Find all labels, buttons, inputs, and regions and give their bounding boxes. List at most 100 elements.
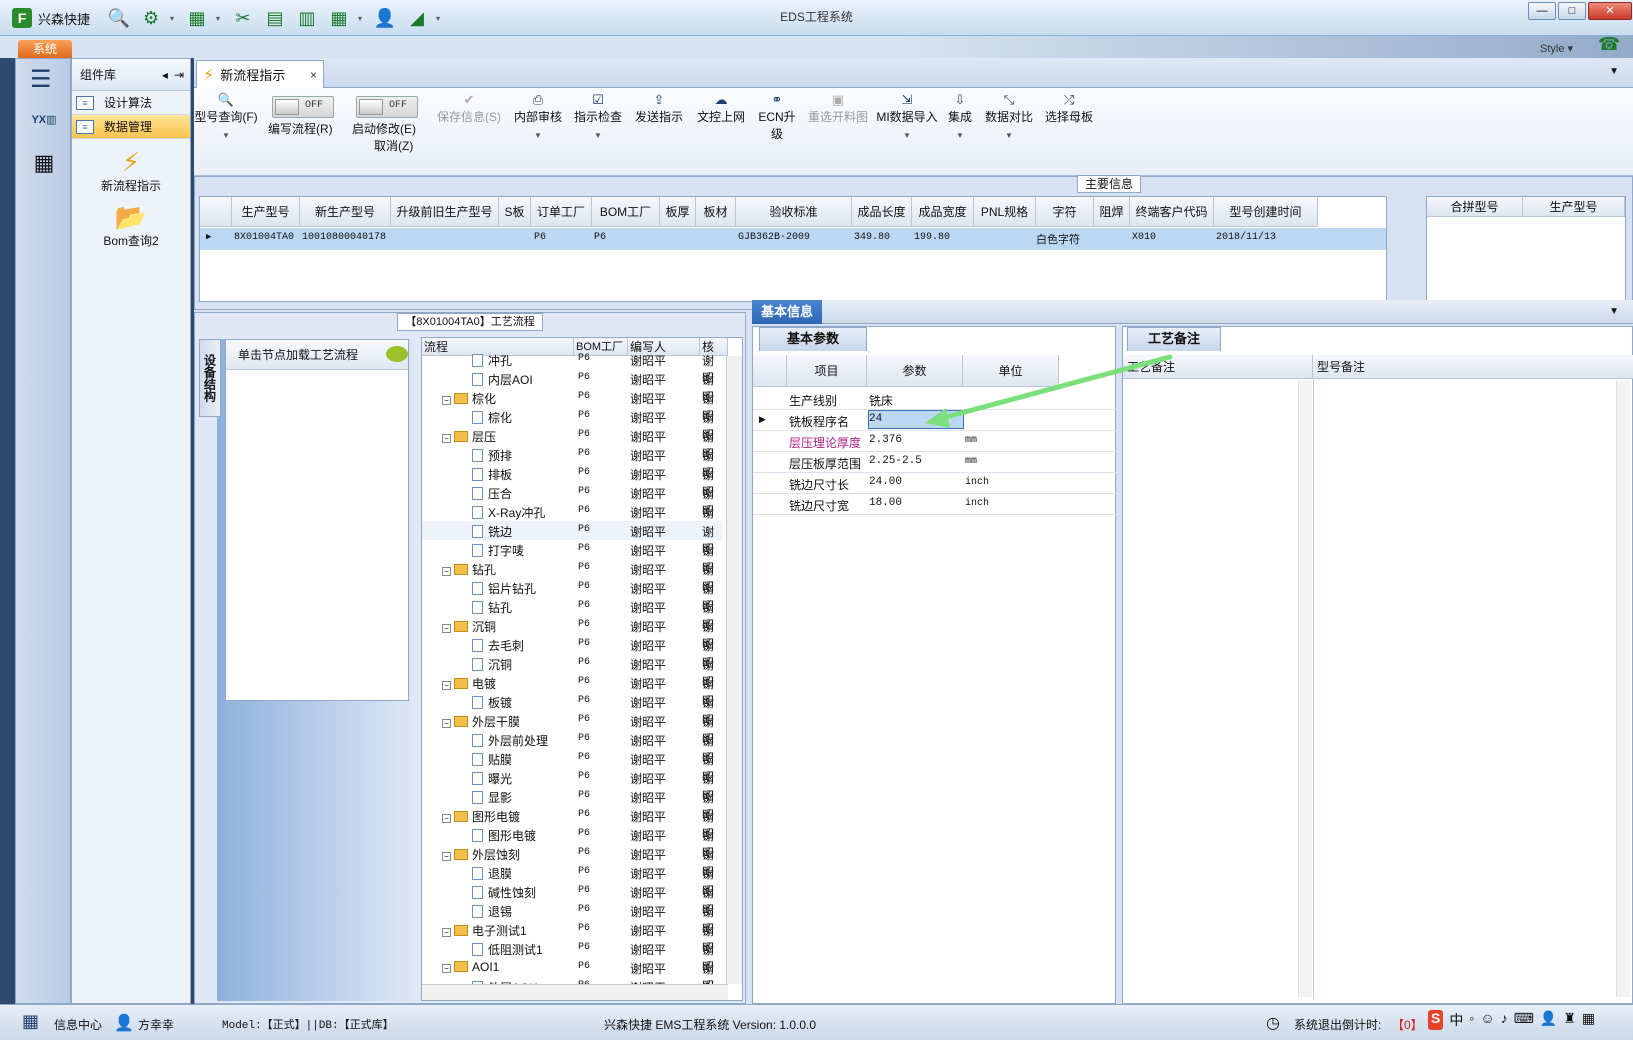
notes-scrollbar[interactable] (1298, 381, 1312, 997)
tab-new-flow-indicator[interactable]: ⚡ 新流程指示 × (196, 60, 324, 88)
param-value[interactable]: 18.00 (869, 497, 902, 509)
tree-node[interactable]: 退膜 (472, 865, 512, 882)
collapse-toggle-icon[interactable]: − (442, 928, 451, 937)
select-master-button[interactable]: ⤮ 选择母板 (1044, 92, 1094, 125)
collapse-toggle-icon[interactable]: − (442, 719, 451, 728)
collapse-toggle-icon[interactable]: − (442, 567, 451, 576)
tree-node[interactable]: 板镀 (472, 694, 512, 711)
vertical-scrollbar[interactable] (726, 356, 742, 984)
tree-row[interactable]: − 层压 P6 谢昭平 谢昭 (422, 426, 722, 461)
collapse-toggle-icon[interactable]: − (442, 434, 451, 443)
column-header[interactable]: BOM工厂 (592, 197, 660, 227)
internal-review-button[interactable]: ⎙ 内部审核 ▼ (512, 92, 564, 140)
tree-row[interactable]: 外层前处理 P6 谢昭平 谢昭 (422, 730, 722, 765)
tree-row[interactable]: 退膜 P6 谢昭平 谢昭 (422, 863, 722, 898)
column-header[interactable]: 单位 (963, 355, 1059, 387)
param-row[interactable]: ▶ 铣板程序名 24 (753, 409, 1129, 431)
tree-row[interactable]: 预排 P6 谢昭平 谢昭 (422, 445, 722, 480)
param-value[interactable]: 24.00 (869, 476, 902, 488)
tree-node[interactable]: 沉铜 (472, 656, 512, 673)
param-row[interactable]: 铣边尺寸长 24.00 inch (753, 472, 1129, 494)
tree-node[interactable]: 铣边 (472, 523, 512, 540)
tree-node[interactable]: 退锡 (472, 903, 512, 920)
tree-node[interactable]: − 电子测试1 (442, 922, 527, 939)
tree-row[interactable]: − 钻孔 P6 谢昭平 谢昭 (422, 559, 722, 594)
send-indicator-button[interactable]: ⇪ 发送指示 (632, 92, 686, 125)
user-icon[interactable]: 👤 (1540, 1010, 1557, 1030)
punctuation-icon[interactable]: ◦ (1469, 1010, 1474, 1030)
column-header[interactable]: 生产型号 (1523, 197, 1625, 217)
tree-row[interactable]: − 电子测试1 P6 谢昭平 谢昭 (422, 920, 722, 955)
param-value[interactable]: 24 (869, 413, 882, 425)
horizontal-scrollbar[interactable] (422, 984, 728, 1000)
column-header[interactable]: 字符 (1036, 197, 1094, 227)
cell-created-time[interactable]: 2018/11/13 (1216, 232, 1276, 243)
tree-row[interactable]: 排板 P6 谢昭平 谢昭 (422, 464, 722, 499)
phone-icon[interactable]: ☎ (1598, 34, 1620, 55)
emoji-icon[interactable]: ☺ (1480, 1010, 1494, 1030)
column-header[interactable]: 验收标准 (736, 197, 852, 227)
tree-node[interactable]: 打字唛 (472, 542, 524, 559)
tree-node[interactable]: − 外层蚀刻 (442, 846, 520, 863)
close-icon[interactable]: × (310, 68, 317, 82)
column-header[interactable]: 升级前旧生产型号 (391, 197, 499, 227)
maximize-icon[interactable]: □ (1558, 2, 1586, 20)
collapse-toggle-icon[interactable]: − (442, 964, 451, 973)
mi-import-button[interactable]: ⇲ MI数据导入 ▼ (876, 92, 938, 140)
cell-finished-width[interactable]: 199.80 (914, 232, 950, 243)
column-header[interactable]: 阻焊 (1094, 197, 1130, 227)
windows-grid-icon[interactable]: ▦ (22, 1011, 39, 1032)
tree-node[interactable]: 铝片钻孔 (472, 580, 536, 597)
minimize-icon[interactable]: — (1528, 2, 1556, 20)
menu-icon[interactable]: ☰ (30, 65, 52, 94)
tree-row[interactable]: X-Ray冲孔P6谢昭平谢昭 (422, 502, 722, 537)
cell-acceptance-standard[interactable]: GJB362B-2009 (738, 232, 810, 243)
panel-dropdown-icon[interactable]: ▼ (1609, 306, 1619, 317)
language-icon[interactable]: 中 (1449, 1010, 1463, 1030)
tree-row[interactable]: 钻孔 P6 谢昭平 谢昭 (422, 597, 722, 632)
lib-item-data-management[interactable]: ≡ 数据管理 (72, 115, 190, 139)
tree-row[interactable]: 曝光 P6 谢昭平 谢昭 (422, 768, 722, 803)
sogou-icon[interactable]: S (1428, 1010, 1444, 1030)
column-header[interactable]: 板厚 (660, 197, 696, 227)
click-hint[interactable]: 单击节点加载工艺流程 (226, 340, 408, 370)
tree-row[interactable]: − 外层蚀刻 P6 谢昭平 谢昭 (422, 844, 722, 879)
tree-row[interactable]: 低阻测试1 P6 谢昭平 谢昭 (422, 939, 722, 974)
column-header[interactable]: 订单工厂 (531, 197, 592, 227)
column-header[interactable]: 终端客户代码 (1130, 197, 1214, 227)
param-value[interactable]: 2.376 (869, 434, 902, 446)
tree-row[interactable]: − 棕化 P6 谢昭平 谢昭 (422, 388, 722, 423)
tab-process-notes[interactable]: 工艺备注 (1127, 327, 1221, 351)
edit-flow-toggle[interactable]: OFF (272, 96, 334, 118)
tree-row[interactable]: 图形电镀 P6 谢昭平 谢昭 (422, 825, 722, 860)
tab-basic-info[interactable]: 基本信息 (752, 300, 822, 324)
tree-node[interactable]: 碱性蚀刻 (472, 884, 536, 901)
cell-prod-model[interactable]: 8X01004TA0 (234, 232, 294, 243)
style-menu[interactable]: Style ▾ (1540, 42, 1573, 55)
tree-node[interactable]: − 沉铜 (442, 618, 496, 635)
tree-node[interactable]: X-Ray冲孔 (472, 504, 545, 521)
column-header[interactable]: 板材 (696, 197, 736, 227)
tree-row[interactable]: 板镀 P6 谢昭平 谢昭 (422, 692, 722, 727)
tree-node[interactable]: − 钻孔 (442, 561, 496, 578)
tray-grid-icon[interactable]: ▦ (1582, 1010, 1595, 1030)
collapse-toggle-icon[interactable]: − (442, 624, 451, 633)
microphone-icon[interactable]: ♪ (1501, 1010, 1508, 1030)
data-compare-button[interactable]: ⤡ 数据对比 ▼ (984, 92, 1034, 140)
tree-row[interactable]: 显影 P6 谢昭平 谢昭 (422, 787, 722, 822)
doc-upload-button[interactable]: ☁ 文控上网 (694, 92, 748, 125)
tree-node[interactable]: 贴膜 (472, 751, 512, 768)
tab-equipment-structure[interactable]: 设备结构 (199, 339, 221, 417)
column-header[interactable]: PNL规格 (974, 197, 1036, 227)
param-row[interactable]: 层压板厚范围 2.25-2.5 mm (753, 451, 1129, 473)
tree-node[interactable]: − 图形电镀 (442, 808, 520, 825)
column-header[interactable]: 新生产型号 (300, 197, 391, 227)
column-header[interactable]: 成品宽度 (912, 197, 974, 227)
tree-row[interactable]: 压合 P6 谢昭平 谢昭 (422, 483, 722, 518)
start-modify-toggle[interactable]: OFF (356, 96, 418, 118)
tree-node[interactable]: 棕化 (472, 409, 512, 426)
tree-row[interactable]: 碱性蚀刻 P6 谢昭平 谢昭 (422, 882, 722, 917)
tree-node[interactable]: 预排 (472, 447, 512, 464)
tree-row[interactable]: 铝片钻孔 P6 谢昭平 谢昭 (422, 578, 722, 613)
collapse-left-icon[interactable]: ◂ (162, 68, 168, 82)
